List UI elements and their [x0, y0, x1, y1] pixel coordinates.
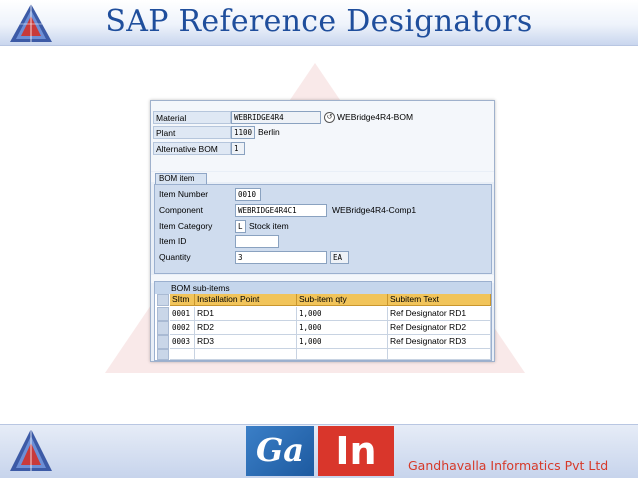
table-cell[interactable]: Ref Designator RD3	[388, 335, 491, 349]
component-field[interactable]: WEBRIDGE4R4C1	[235, 204, 327, 217]
table-cell-empty[interactable]	[195, 349, 297, 360]
table-cell[interactable]: 0002	[170, 321, 195, 335]
column-header-subitem-text[interactable]: Subitem Text	[388, 294, 491, 306]
bom-item-group: Item Number 0010 Component WEBRIDGE4R4C1…	[154, 184, 492, 274]
sub-items-title: BOM sub-items	[155, 282, 491, 294]
column-header-installation-point[interactable]: Installation Point	[195, 294, 297, 306]
material-description: WEBridge4R4-BOM	[337, 112, 414, 122]
brand-logo-in: In	[318, 426, 394, 476]
item-number-field[interactable]: 0010	[235, 188, 261, 201]
quantity-label: Quantity	[159, 252, 191, 262]
table-cell[interactable]: RD3	[195, 335, 297, 349]
row-select-handle[interactable]	[157, 349, 169, 360]
plant-description: Berlin	[258, 127, 280, 137]
table-cell[interactable]: 1,000	[297, 321, 388, 335]
alternative-bom-label: Alternative BOM	[153, 142, 231, 155]
tab-bom-item[interactable]: BOM item	[155, 173, 207, 184]
component-description: WEBridge4R4-Comp1	[332, 205, 417, 215]
table-cell[interactable]: 0001	[170, 307, 195, 321]
unit-field[interactable]: EA	[330, 251, 349, 264]
row-select-handle[interactable]	[157, 335, 169, 349]
plant-field[interactable]: 1100	[231, 126, 255, 139]
row-select-handle[interactable]	[157, 321, 169, 335]
item-category-description: Stock item	[249, 221, 289, 231]
select-all-handle[interactable]	[157, 294, 169, 306]
table-cell[interactable]: RD1	[195, 307, 297, 321]
table-cell[interactable]: Ref Designator RD2	[388, 321, 491, 335]
component-label: Component	[159, 205, 203, 215]
match-code-icon[interactable]: ↺	[324, 112, 335, 123]
column-header-sitm[interactable]: SItm	[170, 294, 195, 306]
company-name: Gandhavalla Informatics Pvt Ltd	[408, 458, 609, 473]
brand-logo-ga: Ga	[246, 426, 314, 476]
item-number-label: Item Number	[159, 189, 209, 199]
slide-title: SAP Reference Designators	[105, 4, 533, 39]
table-cell[interactable]: Ref Designator RD1	[388, 307, 491, 321]
row-select-handle[interactable]	[157, 307, 169, 321]
sap-bom-screen: Material WEBRIDGE4R4 ↺ WEBridge4R4-BOM P…	[150, 100, 495, 362]
gandhavalla-triangle-logo-icon	[10, 429, 52, 471]
table-cell[interactable]: 0003	[170, 335, 195, 349]
table-cell-empty[interactable]	[297, 349, 388, 360]
table-cell-empty[interactable]	[388, 349, 491, 360]
item-id-field[interactable]	[235, 235, 279, 248]
table-cell[interactable]: 1,000	[297, 307, 388, 321]
plant-label: Plant	[153, 126, 231, 139]
item-category-field[interactable]: L	[235, 220, 246, 233]
material-label: Material	[153, 111, 231, 124]
bom-sub-items-table: BOM sub-items SItm Installation Point Su…	[154, 281, 492, 361]
table-cell[interactable]: 1,000	[297, 335, 388, 349]
item-id-label: Item ID	[159, 236, 187, 246]
table-cell-empty[interactable]	[170, 349, 195, 360]
column-header-sub-item-qty[interactable]: Sub-item qty	[297, 294, 388, 306]
item-category-label: Item Category	[159, 221, 213, 231]
quantity-field[interactable]: 3	[235, 251, 327, 264]
table-cell[interactable]: RD2	[195, 321, 297, 335]
material-field[interactable]: WEBRIDGE4R4	[231, 111, 321, 124]
alternative-bom-field[interactable]: 1	[231, 142, 245, 155]
